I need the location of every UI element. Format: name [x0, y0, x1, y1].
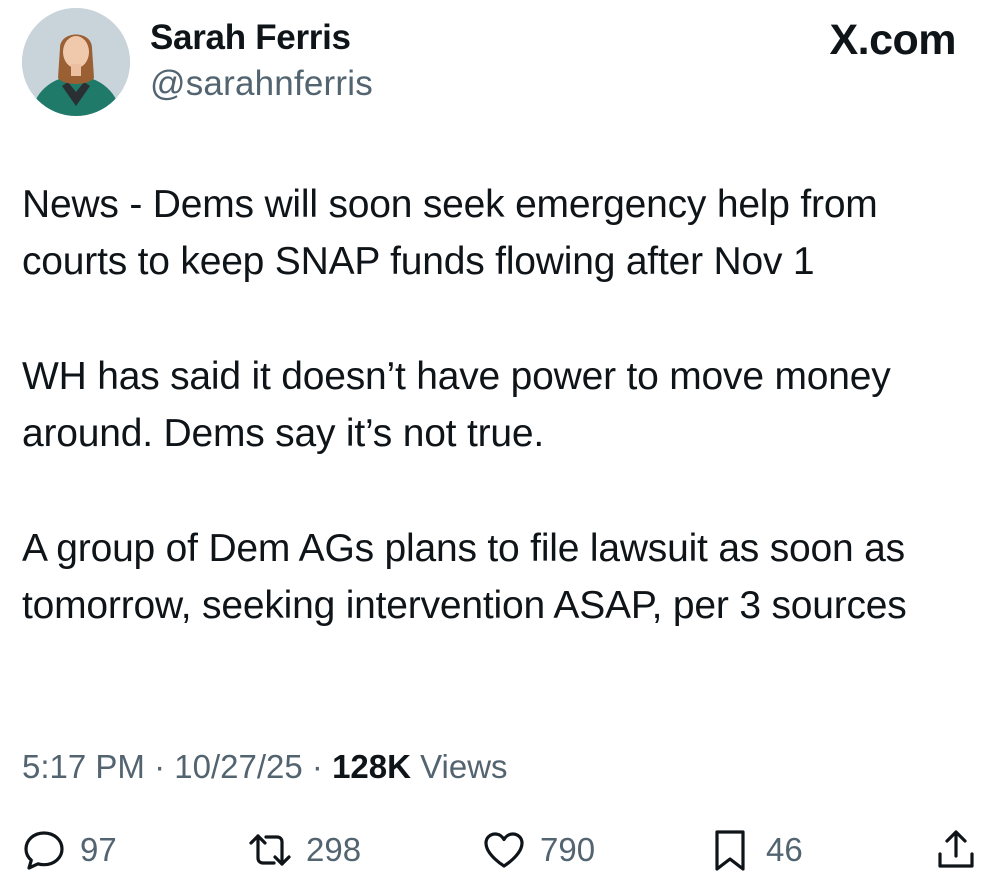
tweet-paragraph: A group of Dem AGs plans to file lawsuit… [22, 527, 907, 627]
avatar[interactable] [22, 8, 130, 116]
brand-logo: X.com [829, 16, 956, 64]
share-icon [938, 830, 974, 868]
bookmark-button[interactable]: 46 [708, 828, 803, 872]
repost-count: 298 [306, 831, 362, 868]
avatar-image [22, 8, 130, 116]
bookmark-icon [715, 830, 745, 871]
tweet-text: News - Dems will soon seek emergency hel… [22, 176, 982, 692]
share-button[interactable] [934, 828, 978, 872]
action-bar: 97 298 790 46 [0, 820, 1000, 880]
author-handle[interactable]: @sarahnferris [150, 64, 373, 104]
meta-separator: · [154, 748, 175, 785]
like-count: 790 [540, 831, 596, 868]
author-name[interactable]: Sarah Ferris [150, 18, 351, 58]
tweet-paragraph: WH has said it doesn’t have power to mov… [22, 355, 891, 455]
views-count: 128K [332, 748, 411, 785]
views-label: Views [420, 748, 508, 785]
reply-button[interactable]: 97 [22, 828, 117, 872]
like-button[interactable]: 790 [482, 828, 595, 872]
repost-icon [249, 834, 291, 866]
tweet-time[interactable]: 5:17 PM [22, 748, 145, 785]
meta-separator: · [311, 748, 333, 785]
repost-button[interactable]: 298 [248, 828, 361, 872]
reply-count: 97 [80, 831, 117, 868]
bookmark-count: 46 [766, 831, 803, 868]
tweet-paragraph: News - Dems will soon seek emergency hel… [22, 183, 878, 283]
like-icon [484, 832, 524, 868]
reply-icon [24, 831, 64, 870]
tweet-meta: 5:17 PM · 10/27/25 · 128K Views [22, 748, 508, 786]
tweet-date[interactable]: 10/27/25 [174, 748, 302, 785]
